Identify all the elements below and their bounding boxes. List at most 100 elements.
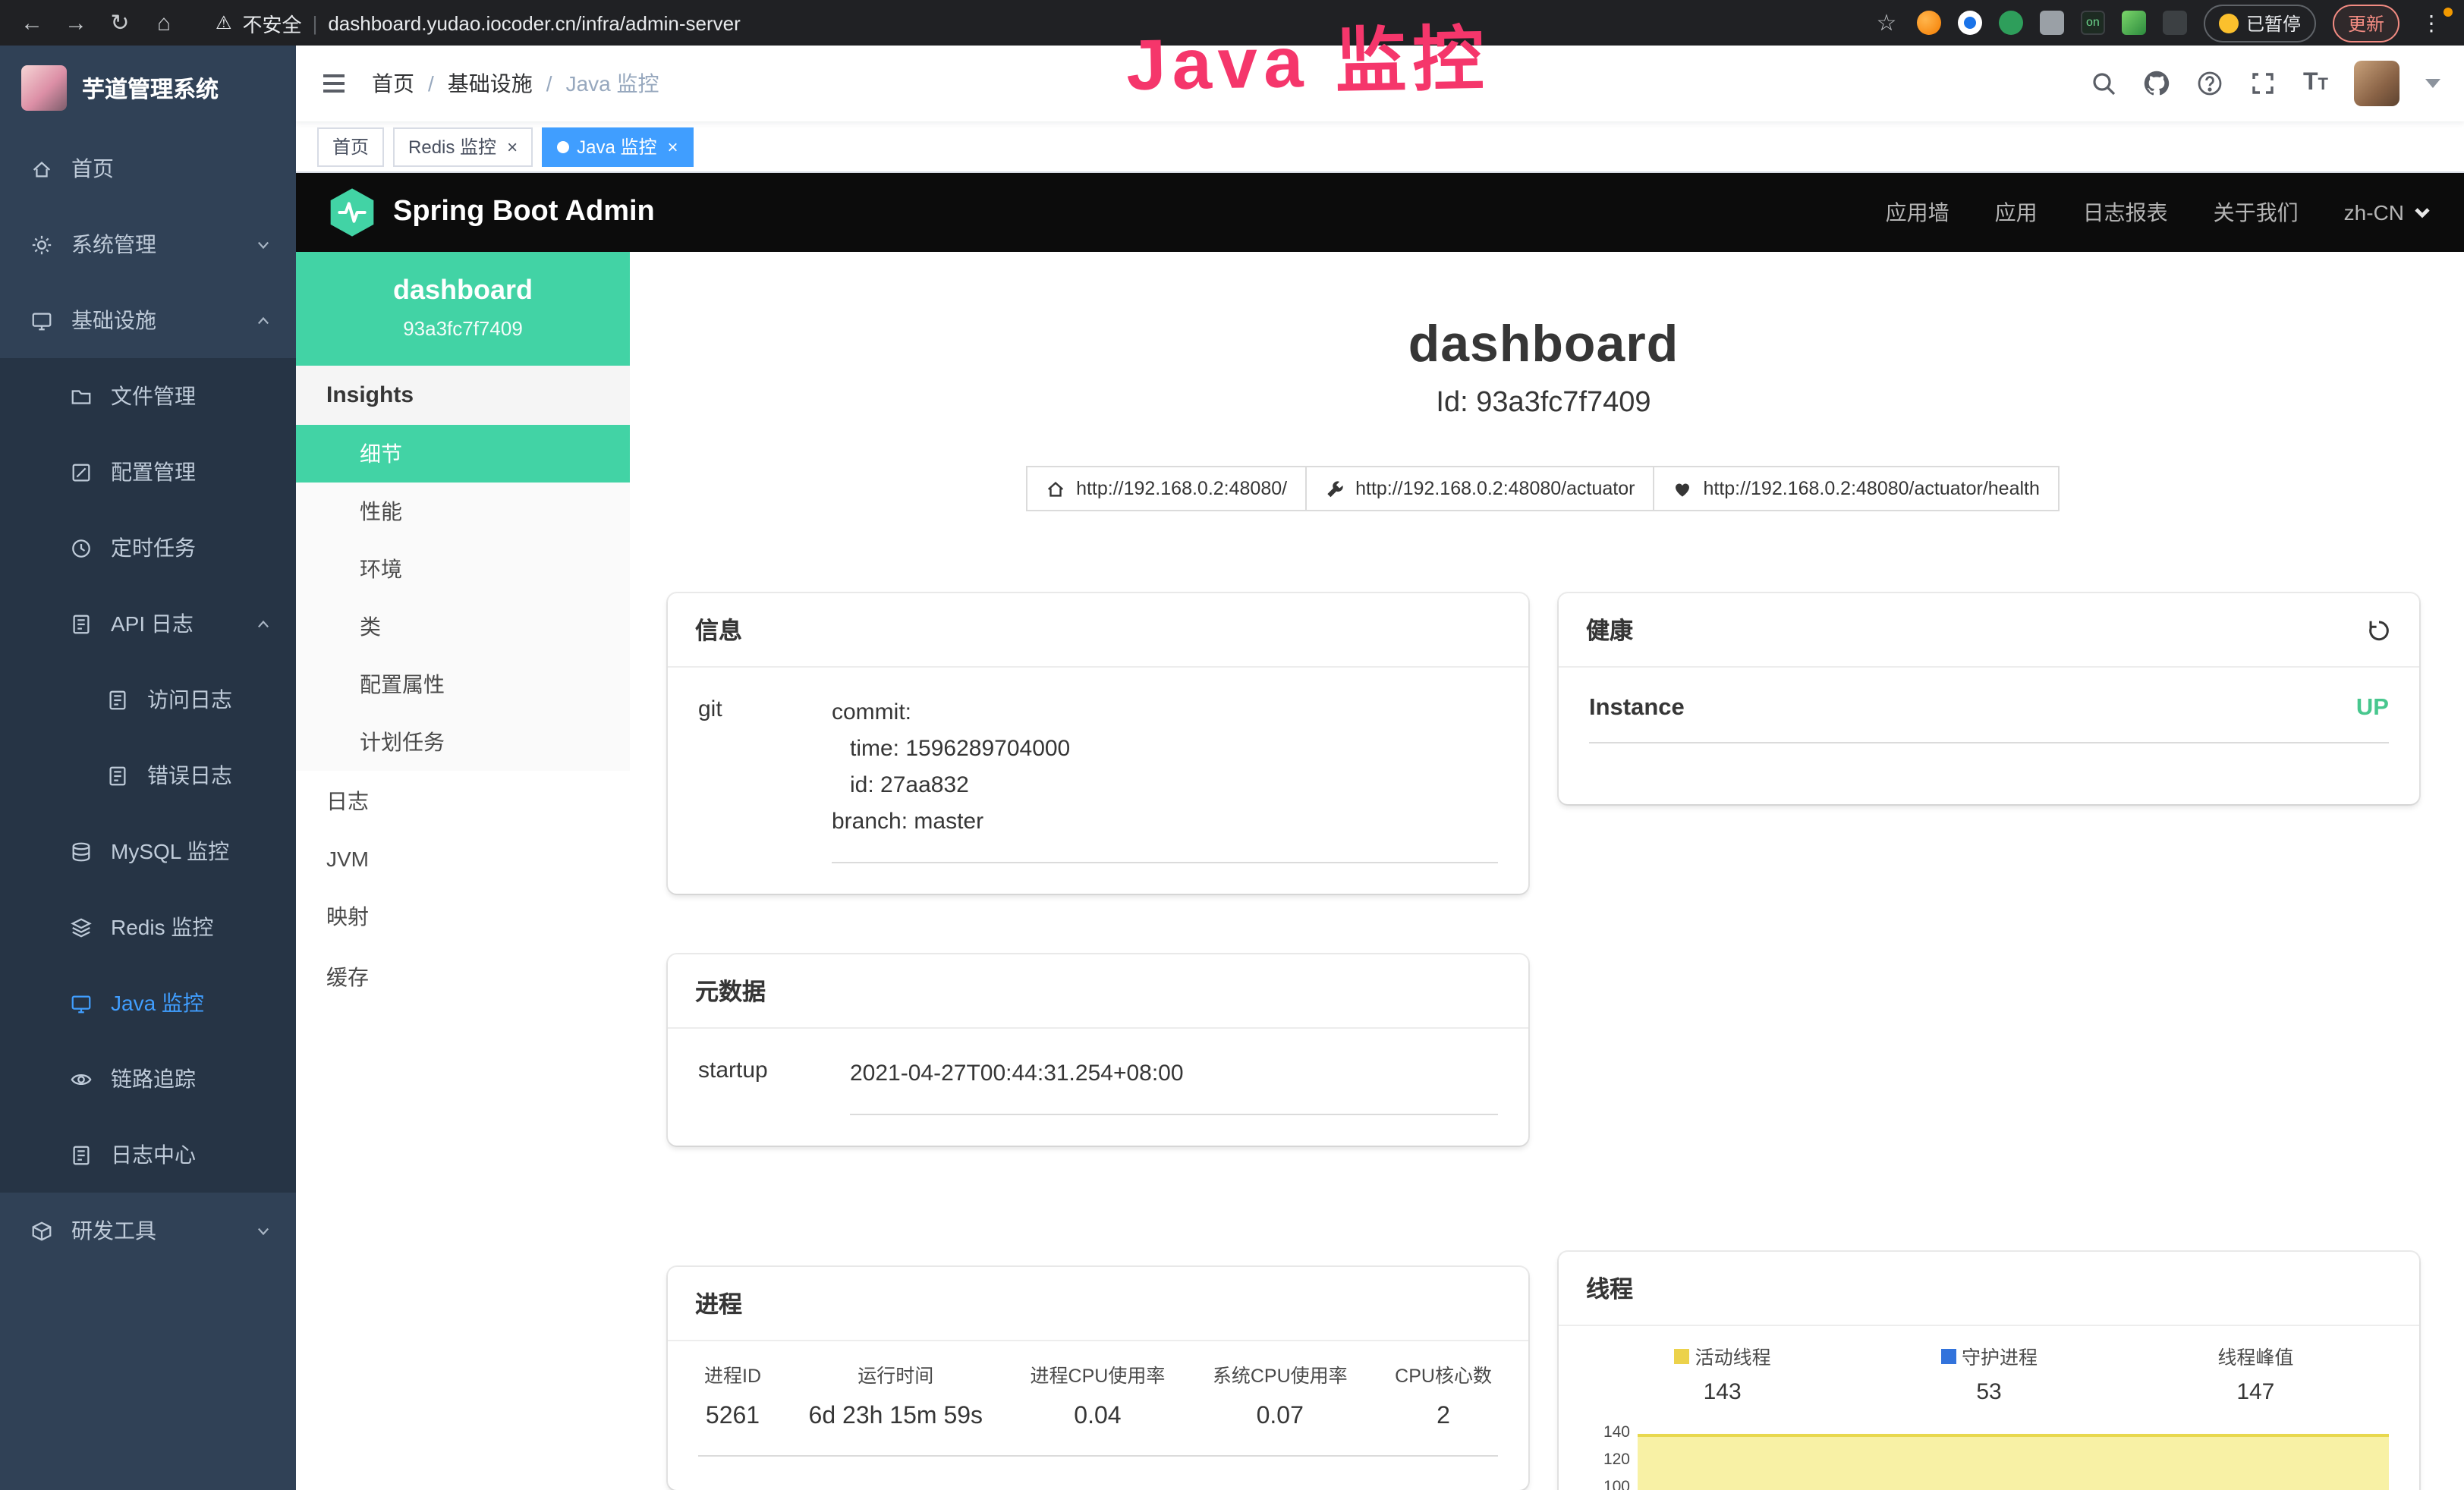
sidebar-item-tracing[interactable]: 链路追踪 <box>0 1041 296 1117</box>
tab-java-monitor[interactable]: Java 监控 × <box>542 127 693 166</box>
font-size-icon[interactable]: TT <box>2303 70 2328 97</box>
sba-item-classes[interactable]: 类 <box>296 598 630 655</box>
sidebar-item-java-monitor[interactable]: Java 监控 <box>0 965 296 1041</box>
sba-item-mappings[interactable]: 映射 <box>296 886 630 947</box>
breadcrumb-infrastructure[interactable]: 基础设施 <box>448 68 533 99</box>
file-text-icon <box>70 1143 93 1166</box>
y-tick: 140 <box>1603 1423 1630 1441</box>
sidebar-item-home[interactable]: 首页 <box>0 130 296 206</box>
sidebar-item-system-mgmt[interactable]: 系统管理 <box>0 206 296 282</box>
sidebar-item-mysql-monitor[interactable]: MySQL 监控 <box>0 813 296 889</box>
sba-item-metrics[interactable]: 性能 <box>296 483 630 540</box>
sba-nav-about[interactable]: 关于我们 <box>2214 197 2299 228</box>
extension-icon-1[interactable] <box>1917 11 1941 35</box>
sba-nav-wallboard[interactable]: 应用墙 <box>1886 197 1949 228</box>
sba-nav-journal[interactable]: 日志报表 <box>2083 197 2168 228</box>
breadcrumb-home[interactable]: 首页 <box>372 68 414 99</box>
git-branch-line: branch: master <box>832 804 1498 841</box>
paused-badge[interactable]: 已暂停 <box>2204 4 2316 42</box>
actuator-url-link[interactable]: http://192.168.0.2:48080/actuator <box>1305 466 1654 511</box>
sidebar-item-label: 文件管理 <box>111 381 196 411</box>
metadata-value: 2021-04-27T00:44:31.254+08:00 <box>850 1056 1498 1115</box>
reload-icon[interactable]: ↻ <box>106 9 134 36</box>
instance-header[interactable]: dashboard 93a3fc7f7409 <box>296 252 630 366</box>
sba-item-scheduled-tasks[interactable]: 计划任务 <box>296 713 630 771</box>
breadcrumb-separator: / <box>546 71 552 96</box>
sidebar-item-label: 基础设施 <box>71 305 156 335</box>
browser-home-icon[interactable]: ⌂ <box>150 10 178 36</box>
close-icon[interactable]: × <box>507 136 518 157</box>
extension-icon-2[interactable] <box>1958 11 1982 35</box>
warning-icon[interactable]: ⚠ <box>216 12 232 33</box>
forward-icon[interactable]: → <box>62 10 90 36</box>
sba-item-logs[interactable]: 日志 <box>296 771 630 831</box>
sba-item-config-props[interactable]: 配置属性 <box>296 655 630 713</box>
app-logo[interactable]: 芋道管理系统 <box>0 46 296 130</box>
tab-label: 首页 <box>332 134 369 159</box>
sba-item-environment[interactable]: 环境 <box>296 540 630 598</box>
github-icon[interactable] <box>2144 70 2171 97</box>
house-icon <box>1046 479 1065 498</box>
sidebar-item-label: 错误日志 <box>147 760 232 791</box>
address-bar[interactable]: ⚠ 不安全 | dashboard.yudao.iocoder.cn/infra… <box>216 8 1856 37</box>
sba-nav-applications[interactable]: 应用 <box>1995 197 2038 228</box>
process-card: 进程 进程ID 5261 运行时间 <box>668 1267 1528 1490</box>
extension-on-badge[interactable]: on <box>2081 11 2105 35</box>
sidebar-item-access-logs[interactable]: 访问日志 <box>0 662 296 737</box>
sidebar-item-scheduled-jobs[interactable]: 定时任务 <box>0 510 296 586</box>
url-text[interactable]: dashboard.yudao.iocoder.cn/infra/admin-s… <box>328 11 740 34</box>
instance-links: http://192.168.0.2:48080/ http://192.168… <box>668 466 2419 511</box>
metric-value: 0.04 <box>1031 1404 1166 1431</box>
eye-icon <box>70 1067 93 1090</box>
metric-pid: 进程ID 5261 <box>698 1360 767 1431</box>
service-url-link[interactable]: http://192.168.0.2:48080/ <box>1026 466 1307 511</box>
hamburger-icon[interactable] <box>320 70 348 97</box>
tab-home[interactable]: 首页 <box>317 127 384 166</box>
bookmark-star-icon[interactable]: ☆ <box>1873 9 1900 36</box>
sidebar-item-dev-tools[interactable]: 研发工具 <box>0 1193 296 1268</box>
metric-label: 系统CPU使用率 <box>1213 1360 1348 1388</box>
sidebar-item-config-mgmt[interactable]: 配置管理 <box>0 434 296 510</box>
sidebar-item-api-logs[interactable]: API 日志 <box>0 586 296 662</box>
security-label[interactable]: 不安全 <box>243 8 302 37</box>
extension-icon-4[interactable] <box>2122 11 2146 35</box>
back-icon[interactable]: ← <box>18 10 46 36</box>
browser-menu-icon[interactable]: ⋮ <box>2416 10 2447 36</box>
sidebar-item-file-mgmt[interactable]: 文件管理 <box>0 358 296 434</box>
sba-item-caches[interactable]: 缓存 <box>296 947 630 1007</box>
wrench-icon <box>1325 479 1345 498</box>
sba-item-details[interactable]: 细节 <box>296 425 630 483</box>
close-icon[interactable]: × <box>667 136 678 157</box>
info-card: 信息 git commit: time: 1596289704000 id: 2… <box>668 593 1528 894</box>
sidebar-item-error-logs[interactable]: 错误日志 <box>0 737 296 813</box>
spring-boot-admin: Spring Boot Admin 应用墙 应用 日志报表 关于我们 zh-CN <box>296 173 2464 1490</box>
tab-redis-monitor[interactable]: Redis 监控 × <box>393 127 533 166</box>
health-url-link[interactable]: http://192.168.0.2:48080/actuator/health <box>1653 466 2059 511</box>
sba-brand: Spring Boot Admin <box>393 196 655 229</box>
fullscreen-icon[interactable] <box>2250 70 2277 97</box>
admin-sidebar: 芋道管理系统 首页 系统管理 基础设施 <box>0 46 296 1490</box>
sidebar-item-redis-monitor[interactable]: Redis 监控 <box>0 889 296 965</box>
document-icon <box>106 764 129 787</box>
search-icon[interactable] <box>2091 70 2118 97</box>
breadcrumb-separator: / <box>428 71 434 96</box>
metric-value: 6d 23h 15m 59s <box>809 1404 983 1431</box>
history-icon[interactable] <box>2366 617 2392 643</box>
legend-daemon-threads: 守护进程 53 <box>1855 1341 2122 1405</box>
extension-icon-5[interactable] <box>2163 11 2187 35</box>
user-avatar[interactable] <box>2354 61 2399 106</box>
git-id-line: id: 27aa832 <box>850 768 1498 804</box>
update-button[interactable]: 更新 <box>2333 4 2399 42</box>
avatar-caret-icon[interactable] <box>2425 79 2440 88</box>
sidebar-item-log-center[interactable]: 日志中心 <box>0 1117 296 1193</box>
help-icon[interactable] <box>2197 70 2224 97</box>
sidebar-item-label: 配置管理 <box>111 457 196 487</box>
sidebar-item-label: 访问日志 <box>147 684 232 715</box>
blue-swatch-icon <box>1940 1348 1956 1363</box>
extension-icon-3[interactable] <box>1999 11 2023 35</box>
extensions-puzzle-icon[interactable] <box>2040 11 2064 35</box>
breadcrumb-current: Java 监控 <box>566 68 659 99</box>
sba-item-jvm[interactable]: JVM <box>296 831 630 886</box>
sidebar-item-infrastructure[interactable]: 基础设施 <box>0 282 296 358</box>
sba-locale-select[interactable]: zh-CN <box>2344 200 2431 225</box>
